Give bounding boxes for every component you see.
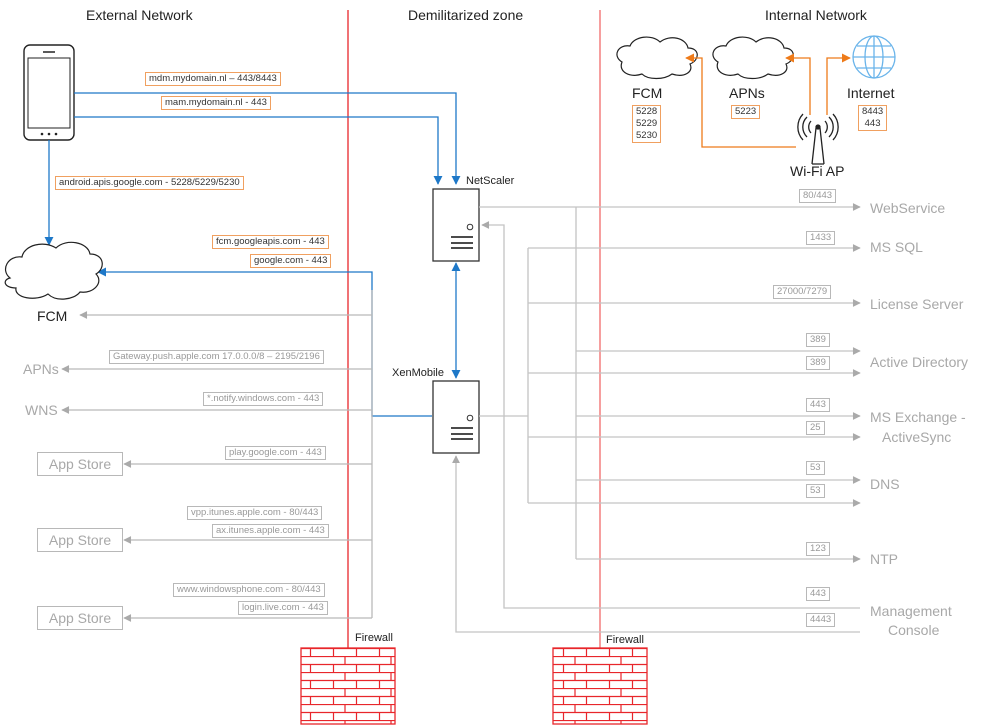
firewall-left-label: Firewall	[355, 632, 393, 644]
port-tag: 53	[806, 461, 825, 475]
port-tag: 389	[806, 356, 830, 370]
link-wifi-apns	[785, 53, 811, 115]
zone-title-dmz: Demilitarized zone	[408, 7, 524, 23]
app-store-box: App Store	[37, 452, 123, 476]
apns-label: APNs	[23, 361, 59, 377]
port-value: 8443	[862, 106, 884, 117]
port-tag: ax.itunes.apple.com - 443	[212, 524, 329, 538]
port-tag: vpp.itunes.apple.com - 80/443	[187, 506, 323, 520]
xenmobile-label: XenMobile	[392, 367, 444, 379]
port-value: 443	[864, 118, 881, 129]
port-tag: 80/443	[799, 189, 837, 203]
service-mssql: MS SQL	[870, 239, 923, 255]
port-tag: 443	[806, 398, 830, 412]
port-tag: Gateway.push.apple.com 17.0.0.0/8 – 2195…	[109, 350, 324, 364]
service-active-directory: Active Directory	[870, 354, 969, 370]
port-tag: 443	[806, 587, 830, 601]
cloud-icon	[712, 36, 794, 80]
port-tag: mdm.mydomain.nl – 443/8443	[145, 72, 281, 86]
fcm-cloud-label: FCM	[37, 308, 68, 324]
port-tag: *.notify.windows.com - 443	[203, 392, 324, 406]
port-tag: fcm.googleapis.com - 443	[212, 235, 329, 249]
port-tag: android.apis.google.com - 5228/5229/5230	[55, 176, 244, 190]
cloud-icon	[4, 241, 103, 300]
port-tag: 4443	[806, 613, 836, 627]
service-dns: DNS	[870, 476, 900, 492]
port-tag: mam.mydomain.nl - 443	[161, 96, 271, 110]
port-tag: google.com - 443	[250, 254, 332, 268]
fcm-internal-label: FCM	[632, 85, 663, 101]
service-ntp: NTP	[870, 551, 898, 567]
service-management-line1: Management	[870, 603, 952, 619]
netscaler-server-icon	[432, 188, 480, 262]
port-tag: play.google.com - 443	[225, 446, 326, 460]
wifi-ap-icon	[797, 113, 839, 165]
zone-title-internal: Internal Network	[765, 7, 867, 23]
port-value: 5229	[636, 118, 658, 129]
port-tag: 389	[806, 333, 830, 347]
service-license-server: License Server	[870, 296, 964, 312]
globe-icon	[852, 35, 896, 79]
firewall-icon	[552, 647, 648, 725]
port-tag: www.windowsphone.com - 80/443	[173, 583, 325, 597]
app-store-box: App Store	[37, 528, 123, 552]
link-mgmt-xenmobile	[452, 455, 860, 633]
port-value: 5230	[636, 130, 658, 141]
cloud-icon	[616, 36, 698, 80]
firewall-right-label: Firewall	[606, 634, 644, 646]
service-ms-exchange-line1: MS Exchange -	[870, 409, 966, 425]
port-tag: 5223	[731, 105, 761, 119]
port-tag: 8443 443	[858, 105, 888, 131]
port-tag: 5228 5229 5230	[632, 105, 662, 143]
firewall-icon	[300, 647, 396, 725]
mobile-phone-icon	[23, 44, 75, 141]
port-tag: 27000/7279	[773, 285, 832, 299]
service-management-line2: Console	[888, 622, 940, 638]
netscaler-label: NetScaler	[466, 175, 515, 187]
xenmobile-server-icon	[432, 380, 480, 454]
port-tag: login.live.com - 443	[238, 601, 328, 615]
service-webservice: WebService	[870, 200, 946, 216]
app-store-box: App Store	[37, 606, 123, 630]
service-ms-exchange-line2: ActiveSync	[882, 429, 952, 445]
link-mam	[74, 116, 443, 185]
zone-title-external: External Network	[86, 7, 193, 23]
apns-internal-label: APNs	[729, 85, 765, 101]
port-tag: 1433	[806, 231, 836, 245]
port-value: 5228	[636, 106, 658, 117]
internet-label: Internet	[847, 85, 895, 101]
wifi-ap-label: Wi-Fi AP	[790, 163, 845, 179]
port-tag: 25	[806, 421, 825, 435]
port-tag: 123	[806, 542, 830, 556]
port-tag: 53	[806, 484, 825, 498]
wns-label: WNS	[25, 402, 58, 418]
